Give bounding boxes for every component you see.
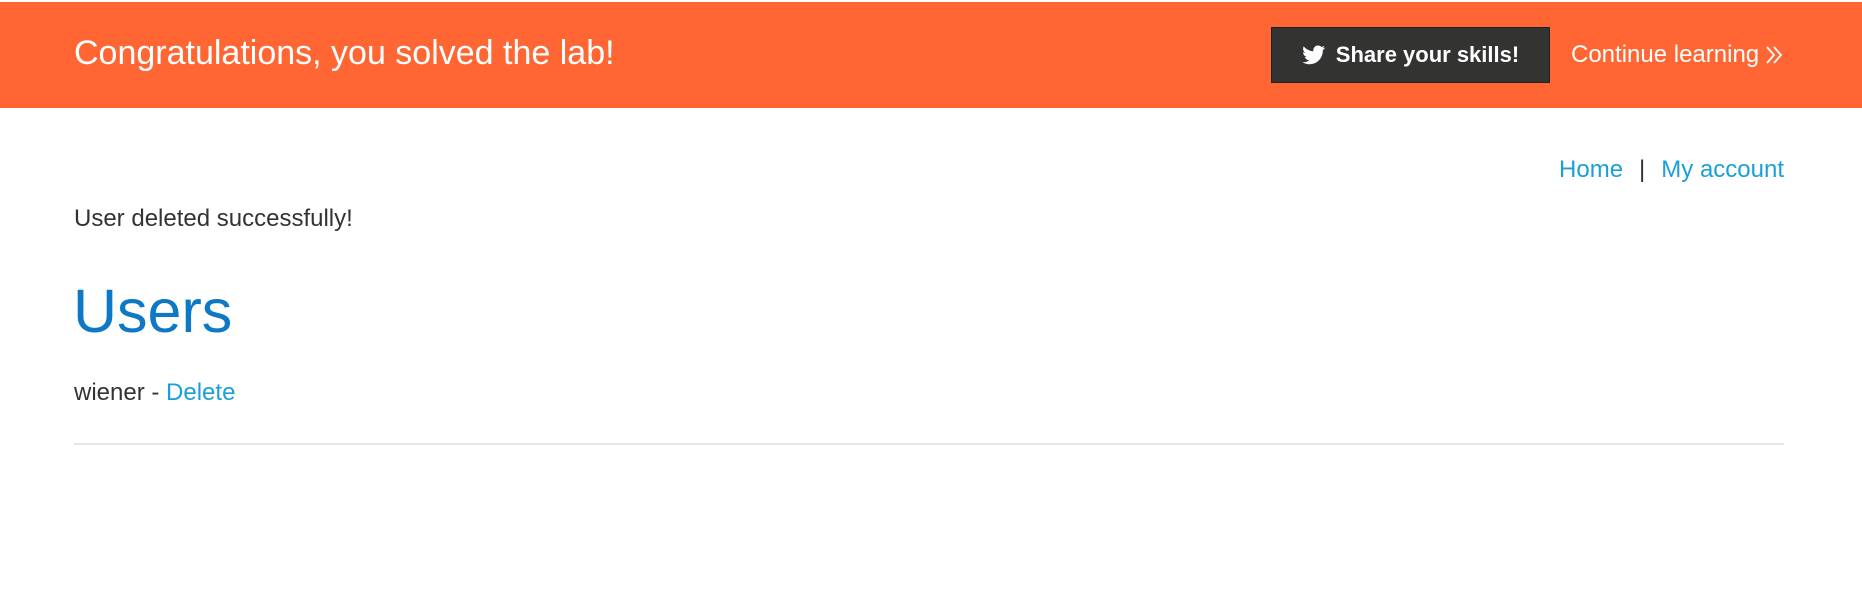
continue-learning-link[interactable]: Continue learning [1571, 40, 1783, 70]
double-chevron-right-icon [1765, 44, 1783, 66]
continue-learning-label: Continue learning [1571, 41, 1760, 68]
share-skills-label: Share your skills! [1335, 42, 1520, 67]
delete-user-link[interactable]: Delete [166, 379, 235, 406]
top-navigation: Home | My account [1559, 154, 1784, 186]
user-row: wiener - Delete [74, 378, 235, 408]
banner-top-line [0, 0, 1862, 2]
content-divider [74, 443, 1784, 445]
my-account-link[interactable]: My account [1661, 155, 1784, 185]
share-skills-button[interactable]: Share your skills! [1271, 27, 1550, 83]
user-action-separator: - [151, 379, 160, 406]
twitter-icon [1302, 43, 1326, 67]
banner-title: Congratulations, you solved the lab! [74, 34, 615, 72]
username: wiener [74, 379, 145, 406]
nav-separator: | [1639, 156, 1646, 183]
users-heading: Users [73, 277, 233, 345]
solved-banner: Congratulations, you solved the lab! Sha… [0, 0, 1862, 108]
status-message: User deleted successfully! [74, 205, 353, 232]
home-link[interactable]: Home [1559, 155, 1623, 185]
